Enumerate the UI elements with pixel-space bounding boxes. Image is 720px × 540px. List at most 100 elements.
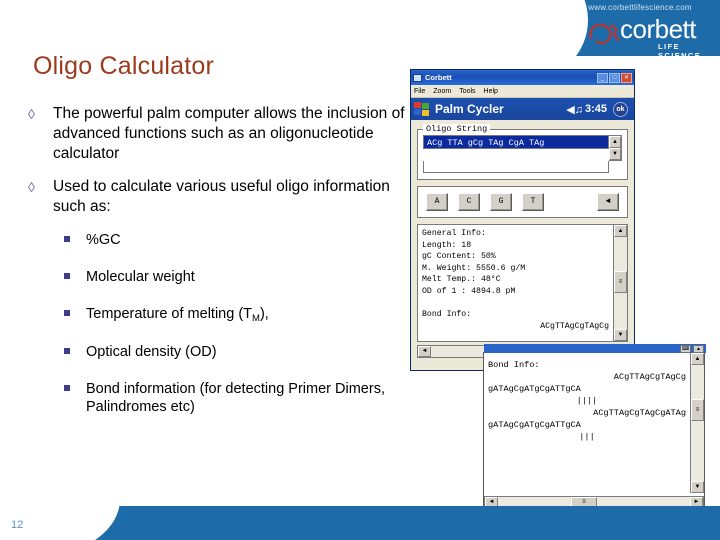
info-line-melt-temp: Melt Temp.: 48°C xyxy=(422,275,501,285)
scroll-up-arrow-icon[interactable]: ▲ xyxy=(691,353,704,365)
page-number: 12 xyxy=(11,519,24,531)
info-line-gc-content: gC Content: 50% xyxy=(422,252,496,262)
menu-item-help[interactable]: Help xyxy=(484,88,498,95)
list-item: Molecular weight xyxy=(62,268,414,286)
window-controls: _ □ ✕ xyxy=(597,72,632,83)
bond-block-2-top: ACgTTAgCgTAgCgATAg xyxy=(593,408,686,418)
oligo-sequence-input-overflow[interactable] xyxy=(423,161,609,173)
scrollbar-thumb[interactable]: ≡ xyxy=(691,399,704,421)
info-line-length: Length: 18 xyxy=(422,240,472,250)
slide-body: ◊ The powerful palm computer allows the … xyxy=(24,104,414,435)
scroll-down-arrow-icon[interactable]: ▼ xyxy=(609,148,621,160)
corbett-logo-wordmark: corbett xyxy=(620,14,697,44)
bond-info-client-area: Bond Info: ACgTTAgCgTAgCg gATAgCgATgCgATTg… xyxy=(484,353,704,493)
scrollbar-track[interactable]: ≡ xyxy=(614,237,627,329)
square-bullet-icon xyxy=(64,273,70,280)
bond-block-1-top: ACgTTAgCgTAgCg xyxy=(613,372,686,382)
bond-block-2-bonds: ||| xyxy=(579,432,595,442)
bond-info-heading: Bond Info: xyxy=(488,360,540,370)
bullet-text: Used to calculate various useful oligo i… xyxy=(53,178,390,216)
scroll-left-arrow-icon[interactable]: ◄ xyxy=(418,346,431,357)
maximize-button[interactable]: □ xyxy=(609,72,620,83)
oligo-info-text: General Info: Length: 18 gC Content: 50%… xyxy=(418,225,613,341)
menu-bar: File Zoom Tools Help xyxy=(411,85,634,98)
window-app-icon xyxy=(413,73,422,82)
list-item-label-suffix: ), xyxy=(259,306,269,323)
square-bullet-icon xyxy=(64,236,70,243)
speaker-icon[interactable]: ◀♫ xyxy=(566,103,583,116)
scroll-down-arrow-icon[interactable]: ▼ xyxy=(614,329,627,341)
bond-info-vertical-scrollbar[interactable]: ▲ ≡ ▼ xyxy=(690,353,704,493)
bond-block-1-bonds: |||| xyxy=(576,396,598,406)
list-item: Temperature of melting (TM), xyxy=(62,305,414,325)
info-line-optical-density: OD of 1 : 4894.8 pM xyxy=(422,286,516,296)
square-bullet-icon xyxy=(64,310,70,317)
window-title: Corbett xyxy=(425,73,452,82)
scroll-up-arrow-icon[interactable]: ▲ xyxy=(609,136,621,148)
palm-os-logo-icon xyxy=(414,101,430,117)
header-website-url: www.corbettlifescience.com xyxy=(588,3,692,12)
info-bond-sequence: ACgTTAgCgTAgCg xyxy=(540,321,609,331)
scroll-down-arrow-icon[interactable]: ▼ xyxy=(691,481,704,493)
menu-item-zoom[interactable]: Zoom xyxy=(433,88,451,95)
bullet-item: ◊ Used to calculate various useful oligo… xyxy=(24,177,414,217)
scrollbar-track[interactable]: ≡ xyxy=(691,365,704,481)
footer-band xyxy=(0,506,720,540)
info-line-molecular-weight: M. Weight: 5550.6 g/M xyxy=(422,263,526,273)
oligo-info-panel: General Info: Length: 18 gC Content: 50%… xyxy=(417,224,628,342)
window-client-area: Oligo String ACg TTA gCg TAg CgA TAg ▲ ▼… xyxy=(411,120,634,358)
app-name: Palm Cycler xyxy=(435,102,504,116)
backspace-button[interactable]: ◄ xyxy=(597,193,619,211)
ok-badge-icon[interactable]: ok xyxy=(613,101,628,117)
collapse-arrow-icon[interactable]: ▲ xyxy=(693,344,704,353)
base-button-t[interactable]: T xyxy=(522,193,544,211)
scrollbar-thumb[interactable]: ≡ xyxy=(614,271,627,293)
bond-info-text: Bond Info: ACgTTAgCgTAgCg gATAgCgATgCgATTg… xyxy=(484,353,690,493)
oligo-string-group: Oligo String ACg TTA gCg TAg CgA TAg ▲ ▼ xyxy=(417,124,628,180)
diamond-crosshair-bullet-icon: ◊ xyxy=(28,179,35,196)
square-bullet-icon xyxy=(64,347,70,354)
palm-cycler-app-bar: Palm Cycler ◀♫ 3:45 ok xyxy=(411,98,634,120)
bond-block-1-bottom: gATAgCgATgCgATTgCA xyxy=(488,384,581,394)
corbett-logo: corbett LIFE SCIENCE xyxy=(586,14,720,60)
keyboard-icon[interactable]: ⌨ xyxy=(680,344,691,353)
base-button-a[interactable]: A xyxy=(426,193,448,211)
oligo-sequence-scrollbar[interactable]: ▲ ▼ xyxy=(609,135,622,161)
melting-temp-subscript: M xyxy=(252,313,260,325)
square-bullet-icon xyxy=(64,384,70,391)
diamond-crosshair-bullet-icon: ◊ xyxy=(28,106,35,122)
info-panel-vertical-scrollbar[interactable]: ▲ ≡ ▼ xyxy=(613,225,627,341)
close-button[interactable]: ✕ xyxy=(621,72,632,83)
base-button-g[interactable]: G xyxy=(490,193,512,211)
bond-info-window: ⌨ ▲ Bond Info: ACgTTAgCgTAgCg gATAgCgATgCg… xyxy=(483,344,706,510)
page-title: Oligo Calculator xyxy=(33,52,215,80)
base-button-row: A C G T ◄ xyxy=(417,186,628,218)
window-title-bar[interactable]: Corbett _ □ ✕ xyxy=(411,70,634,85)
list-item: Bond information (for detecting Primer D… xyxy=(62,380,414,416)
list-item-label: Molecular weight xyxy=(86,269,195,286)
menu-item-tools[interactable]: Tools xyxy=(459,88,475,95)
bond-info-window-title-bar[interactable]: ⌨ ▲ xyxy=(484,344,706,353)
bond-block-2-bottom: gATAgCgATgCgATTgCA xyxy=(488,420,581,430)
base-button-c[interactable]: C xyxy=(458,193,480,211)
corbett-logo-tagline: LIFE SCIENCE xyxy=(658,42,702,60)
bullet-text: The powerful palm computer allows the in… xyxy=(53,105,405,162)
oligo-string-group-label: Oligo String xyxy=(423,124,491,134)
list-item-label: %GC xyxy=(86,232,121,249)
oligo-sequence-input[interactable]: ACg TTA gCg TAg CgA TAg xyxy=(423,135,609,149)
list-item: %GC xyxy=(62,231,414,249)
oligo-sequence-row: ACg TTA gCg TAg CgA TAg ▲ ▼ xyxy=(423,135,622,161)
info-line-general: General Info: xyxy=(422,229,486,238)
clock-display: 3:45 xyxy=(584,103,607,115)
bullet-item: ◊ The powerful palm computer allows the … xyxy=(24,104,414,163)
info-line-bond-info: Bond Info: xyxy=(422,310,472,320)
corbett-palm-cycler-window: Corbett _ □ ✕ File Zoom Tools Help Palm … xyxy=(410,69,635,371)
minimize-button[interactable]: _ xyxy=(597,72,608,83)
sub-bullet-list: %GC Molecular weight Temperature of melt… xyxy=(24,231,414,416)
scroll-up-arrow-icon[interactable]: ▲ xyxy=(614,225,627,237)
menu-item-file[interactable]: File xyxy=(414,88,425,95)
list-item-label: Bond information (for detecting Primer D… xyxy=(86,380,385,415)
list-item: Optical density (OD) xyxy=(62,343,414,361)
list-item-label: Temperature of melting (T xyxy=(86,306,253,323)
list-item-label: Optical density (OD) xyxy=(86,343,217,360)
